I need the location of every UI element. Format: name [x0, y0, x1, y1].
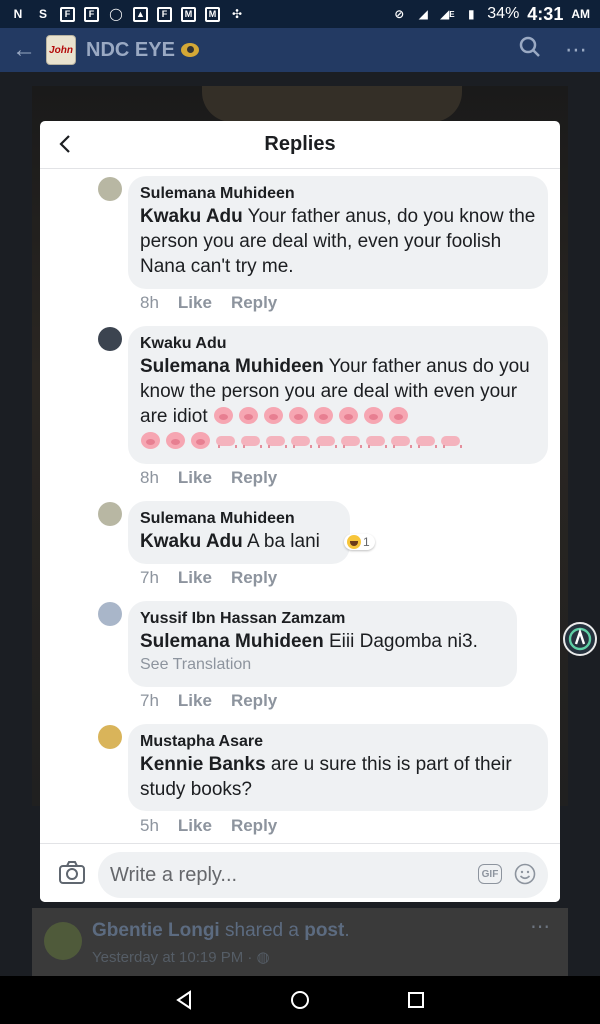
mention-link[interactable]: Kennie Banks	[140, 754, 266, 775]
comment-bubble: Yussif Ibn Hassan Zamzam Sulemana Muhide…	[128, 601, 517, 687]
comment-author[interactable]: Sulemana Muhideen	[140, 184, 536, 204]
replies-dialog: Replies Sulemana Muhideen Kwaku Adu Your…	[40, 121, 560, 902]
reply-button[interactable]: Reply	[231, 816, 277, 836]
comment-bubble: Sulemana Muhideen Kwaku Adu A ba lani	[128, 501, 350, 564]
app-bar: ← John NDC EYE ⋯	[0, 28, 600, 72]
comment-actions: 5h Like Reply	[140, 816, 277, 836]
like-button[interactable]: Like	[178, 568, 212, 588]
signal-icon: ◢ E	[439, 7, 455, 21]
nav-back-icon[interactable]	[173, 989, 195, 1011]
replies-list: Sulemana Muhideen Kwaku Adu Your father …	[40, 169, 560, 843]
reaction-count: 1	[363, 535, 370, 549]
avatar[interactable]	[98, 177, 122, 201]
eye-icon	[180, 43, 199, 57]
reaction-badge[interactable]: 1	[344, 534, 375, 550]
comment-author[interactable]: Mustapha Asare	[140, 732, 536, 752]
comment-time[interactable]: 7h	[140, 691, 159, 711]
comment-author[interactable]: Kwaku Adu	[140, 334, 536, 354]
gmail-icon: M	[205, 6, 220, 22]
comment-actions: 7h Like Reply	[140, 568, 277, 588]
reply-composer: GIF	[40, 843, 560, 902]
globe-icon: ◍	[256, 949, 270, 966]
feed-post-title: Gbentie Longi shared a post.	[92, 920, 350, 941]
comment-author[interactable]: Sulemana Muhideen	[140, 509, 338, 529]
pinwheel-icon: ✣	[231, 7, 243, 21]
notification-icons: N S F F ◯ ▲ F M M ✣	[10, 6, 245, 22]
clock-ampm: AM	[571, 7, 590, 21]
avatar[interactable]	[98, 725, 122, 749]
flipboard-icon: F	[157, 6, 172, 22]
battery-percent: 34%	[487, 5, 520, 22]
comment-actions: 8h Like Reply	[140, 468, 277, 488]
reply-button[interactable]: Reply	[231, 468, 277, 488]
gmail-icon: M	[181, 6, 196, 22]
mention-link[interactable]: Kwaku Adu	[140, 206, 243, 227]
comment-time[interactable]: 5h	[140, 816, 159, 836]
whatsapp-icon: ◯	[109, 7, 123, 21]
comment-text: Kennie Banks are u sure this is part of …	[140, 754, 512, 800]
nav-recents-icon[interactable]	[405, 989, 427, 1011]
avatar[interactable]	[98, 502, 122, 526]
more-options-icon: ⋯	[530, 916, 550, 938]
reply-button[interactable]: Reply	[231, 691, 277, 711]
nav-home-icon[interactable]	[289, 989, 311, 1011]
comment-text: Sulemana Muhideen Your father anus do yo…	[140, 354, 536, 454]
floating-assistant-button[interactable]	[563, 622, 597, 656]
like-button[interactable]: Like	[178, 468, 212, 488]
dialog-title: Replies	[264, 133, 336, 155]
mention-link[interactable]: Sulemana Muhideen	[140, 631, 324, 652]
feed-post-timestamp: Yesterday at 10:19 PM · ◍	[92, 949, 270, 966]
comment-actions: 7h Like Reply	[140, 691, 277, 711]
comment-time[interactable]: 8h	[140, 468, 159, 488]
comment-actions: 8h Like Reply	[140, 293, 277, 313]
n-icon: N	[13, 7, 23, 21]
comment-text: Sulemana Muhideen Eiii Dagomba ni3.	[140, 631, 478, 652]
flipboard-icon: F	[60, 6, 75, 22]
image-icon: ▲	[133, 6, 148, 22]
group-title: NDC EYE	[86, 38, 175, 61]
do-not-disturb-icon: ⊘	[394, 7, 405, 21]
comment-time[interactable]: 8h	[140, 293, 159, 313]
dialog-header: Replies	[40, 121, 560, 169]
avatar	[44, 922, 82, 960]
flipboard-icon: F	[84, 6, 99, 22]
reply-button[interactable]: Reply	[231, 293, 277, 313]
gif-icon[interactable]: GIF	[478, 864, 502, 884]
skype-icon: S	[38, 7, 47, 21]
like-button[interactable]: Like	[178, 816, 212, 836]
sticker-smile-icon[interactable]	[514, 863, 536, 885]
comment-bubble: Mustapha Asare Kennie Banks are u sure t…	[128, 724, 548, 811]
comment-bubble: Kwaku Adu Sulemana Muhideen Your father …	[128, 326, 548, 464]
comment-bubble: Sulemana Muhideen Kwaku Adu Your father …	[128, 176, 548, 289]
battery-icon: ▮	[467, 7, 475, 21]
see-translation-link[interactable]: See Translation	[140, 654, 505, 676]
laugh-reaction-icon	[347, 535, 361, 549]
system-nav-bar	[0, 976, 600, 1024]
mention-link[interactable]: Sulemana Muhideen	[140, 356, 324, 377]
pig-face-emoji	[213, 406, 413, 427]
like-button[interactable]: Like	[178, 691, 212, 711]
like-button[interactable]: Like	[178, 293, 212, 313]
comment-author[interactable]: Yussif Ibn Hassan Zamzam	[140, 609, 505, 629]
back-arrow-icon[interactable]: ←	[12, 36, 46, 64]
comment-text: Kwaku Adu Your father anus, do you know …	[140, 206, 536, 277]
clock-time: 4:31	[527, 3, 564, 24]
status-bar: N S F F ◯ ▲ F M M ✣ ⊘ ◢ ◢ E ▮ 34% 4:31 AM	[0, 0, 600, 28]
background-feed-post: Gbentie Longi shared a post. Yesterday a…	[32, 908, 568, 976]
more-options-icon[interactable]: ⋯	[565, 37, 588, 63]
pig-emoji-row	[140, 429, 536, 454]
avatar[interactable]	[98, 327, 122, 351]
reply-button[interactable]: Reply	[231, 568, 277, 588]
camera-icon[interactable]	[58, 860, 86, 886]
comment-text: Kwaku Adu A ba lani	[140, 531, 320, 552]
avatar[interactable]	[98, 602, 122, 626]
back-chevron-icon[interactable]	[54, 132, 78, 156]
signal-icon: ◢	[418, 7, 428, 21]
mention-link[interactable]: Kwaku Adu	[140, 531, 243, 552]
comment-time[interactable]: 7h	[140, 568, 159, 588]
group-logo: John	[46, 35, 76, 65]
search-icon[interactable]	[519, 36, 541, 64]
